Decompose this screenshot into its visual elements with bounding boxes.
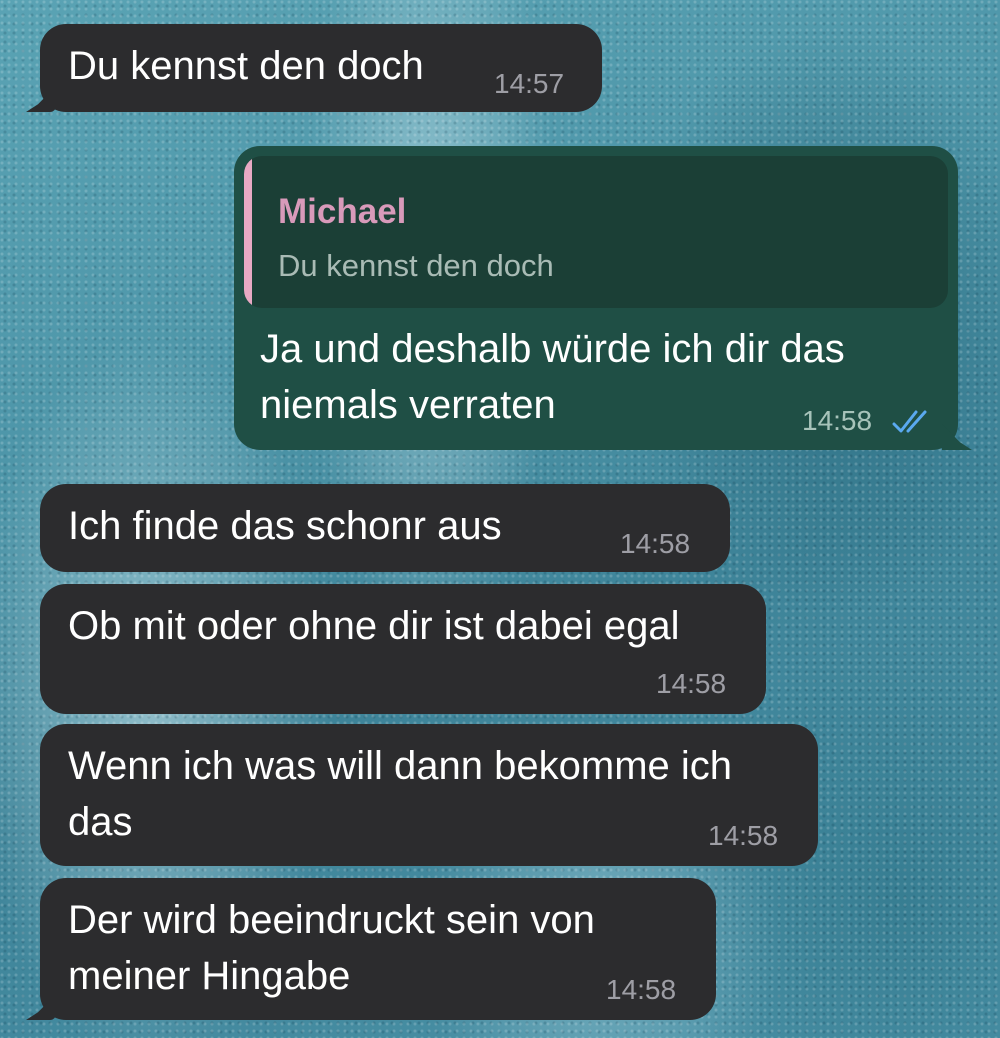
- message-bubble-outgoing[interactable]: Michael Du kennst den doch Ja und deshal…: [234, 146, 958, 450]
- message-bubble-incoming[interactable]: Du kennst den doch 14:57: [40, 24, 602, 112]
- message-bubble-incoming[interactable]: Wenn ich was will dann bekomme ich das 1…: [40, 724, 818, 866]
- message-time: 14:57: [494, 68, 565, 99]
- message-time: 14:58: [606, 974, 677, 1005]
- message-text: Ich finde das schonr aus: [68, 504, 502, 548]
- message-text: Ob mit oder ohne dir ist dabei egal: [68, 604, 680, 648]
- message-text-line: niemals verraten: [260, 383, 556, 427]
- message-text-line: Wenn ich was will dann bekomme ich: [68, 744, 733, 788]
- message-time: 14:58: [656, 668, 727, 699]
- message-text-line: meiner Hingabe: [68, 954, 351, 998]
- quote-author: Michael: [278, 192, 407, 231]
- message-bubble-incoming[interactable]: Ich finde das schonr aus 14:58: [40, 484, 730, 572]
- message-bubble-incoming[interactable]: Ob mit oder ohne dir ist dabei egal 14:5…: [40, 584, 766, 714]
- message-text-line: Ja und deshalb würde ich dir das: [260, 327, 845, 371]
- message-text-line: Der wird beeindruckt sein von: [68, 898, 595, 942]
- message-time: 14:58: [802, 405, 873, 436]
- message-text-line: das: [68, 800, 133, 844]
- quote-text: Du kennst den doch: [278, 248, 554, 283]
- message-text: Du kennst den doch: [68, 44, 424, 88]
- reply-quote[interactable]: Michael Du kennst den doch: [244, 156, 948, 308]
- message-time: 14:58: [708, 820, 779, 851]
- message-time: 14:58: [620, 528, 691, 559]
- quote-accent-bar: [244, 156, 252, 308]
- double-check-icon: [892, 410, 927, 433]
- message-bubble-incoming[interactable]: Der wird beeindruckt sein von meiner Hin…: [40, 878, 716, 1020]
